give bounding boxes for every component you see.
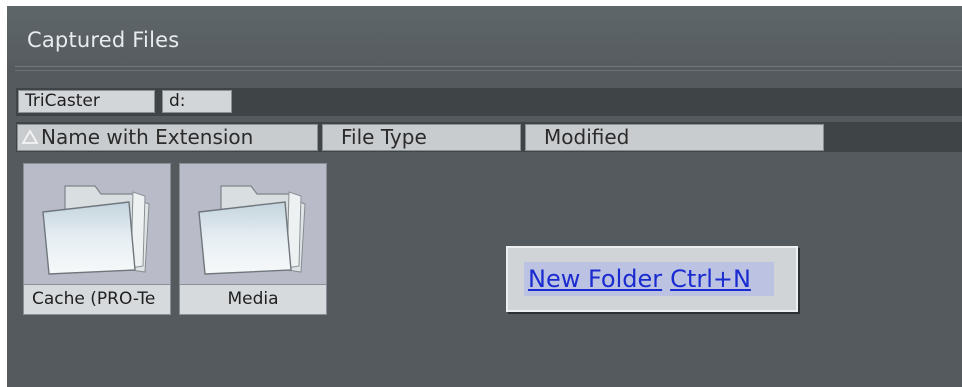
column-header-modified[interactable]: Modified bbox=[525, 124, 824, 151]
file-item-media-folder[interactable]: Media bbox=[179, 163, 327, 315]
file-item-label: Media bbox=[180, 284, 326, 314]
column-header-label: Name with Extension bbox=[41, 125, 254, 149]
file-list-area[interactable]: Cache (PRO-Te Media bbox=[16, 152, 962, 387]
menu-item-label: New Folder bbox=[528, 265, 663, 293]
sort-ascending-icon bbox=[21, 125, 39, 145]
file-item-cache-folder[interactable]: Cache (PRO-Te bbox=[23, 163, 171, 315]
folder-icon bbox=[198, 185, 306, 275]
column-header-row: Name with Extension File Type Modified bbox=[16, 122, 962, 152]
divider bbox=[15, 70, 962, 71]
breadcrumb-drive[interactable]: d: bbox=[162, 90, 232, 113]
folder-icon bbox=[42, 185, 150, 275]
file-item-label: Cache (PRO-Te bbox=[24, 284, 170, 314]
menu-item-shortcut: Ctrl+N bbox=[670, 265, 751, 293]
menu-item-new-folder[interactable]: New Folder Ctrl+N bbox=[524, 262, 774, 296]
path-breadcrumb: TriCaster d: bbox=[16, 88, 962, 116]
column-header-name[interactable]: Name with Extension bbox=[17, 124, 318, 151]
window-title: Captured Files bbox=[27, 28, 180, 52]
title-bar: Captured Files bbox=[7, 6, 962, 66]
divider bbox=[15, 66, 962, 67]
context-menu: New Folder Ctrl+N bbox=[506, 246, 798, 312]
breadcrumb-tricaster[interactable]: TriCaster bbox=[18, 90, 155, 113]
file-browser-panel: Captured Files TriCaster d: Name with Ex… bbox=[7, 6, 962, 387]
column-header-file-type[interactable]: File Type bbox=[322, 124, 521, 151]
